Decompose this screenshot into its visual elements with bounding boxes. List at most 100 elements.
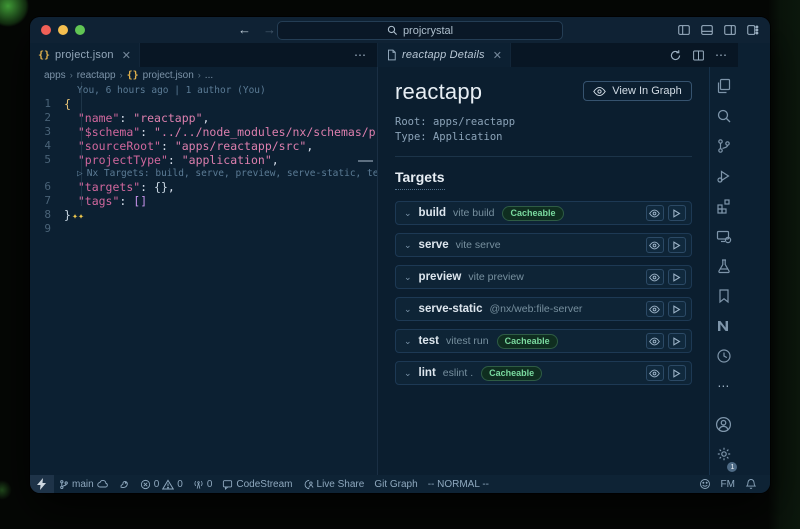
code-token: : bbox=[140, 125, 154, 139]
sidebar-item-search[interactable] bbox=[710, 101, 738, 131]
git-branch-status[interactable]: main bbox=[54, 475, 114, 493]
cacheable-badge: Cacheable bbox=[481, 366, 542, 381]
ports-status[interactable]: 0 bbox=[188, 475, 218, 493]
tab-reactapp-details[interactable]: reactapp Details ✕ bbox=[378, 43, 511, 67]
toggle-primary-sidebar-icon[interactable] bbox=[677, 23, 691, 37]
nx-targets-codelens[interactable]: ▷Nx Targets: build, serve, preview, serv… bbox=[30, 167, 377, 180]
run-target-button[interactable] bbox=[668, 269, 686, 285]
chevron-down-icon[interactable]: ⌄ bbox=[404, 240, 412, 251]
view-in-graph-button[interactable]: View In Graph bbox=[583, 81, 692, 101]
chevron-down-icon[interactable]: ⌄ bbox=[404, 368, 412, 379]
remote-indicator[interactable] bbox=[30, 475, 54, 493]
sidebar-item-extensions[interactable] bbox=[710, 191, 738, 221]
breadcrumb-separator-icon: › bbox=[70, 70, 73, 80]
feedback-smiley-status[interactable] bbox=[694, 478, 716, 490]
comment-icon bbox=[222, 479, 233, 490]
close-window-button[interactable] bbox=[41, 25, 51, 35]
target-row-build[interactable]: ⌄buildvite buildCacheable bbox=[395, 201, 692, 225]
breadcrumb-separator-icon: › bbox=[120, 70, 123, 80]
minimize-window-button[interactable] bbox=[58, 25, 68, 35]
show-config-button[interactable] bbox=[646, 205, 664, 221]
sidebar-item-nx-console[interactable] bbox=[710, 311, 738, 341]
editor-pane[interactable]: apps›reactapp›{}project.json›... You, 6 … bbox=[30, 67, 378, 475]
live-share-status[interactable]: Live Share bbox=[298, 475, 370, 493]
code-text: { bbox=[64, 97, 71, 111]
breadcrumb-item[interactable]: apps bbox=[44, 70, 66, 81]
target-command: vite serve bbox=[456, 239, 501, 251]
json-file-icon: {} bbox=[127, 70, 139, 81]
refresh-icon[interactable] bbox=[669, 49, 682, 62]
target-row-test[interactable]: ⌄testvitest runCacheable bbox=[395, 329, 692, 353]
run-target-button[interactable] bbox=[668, 205, 686, 221]
code-token: "name" bbox=[78, 111, 120, 125]
fm-status[interactable]: FM bbox=[716, 479, 740, 490]
show-config-button[interactable] bbox=[646, 333, 664, 349]
additional-views-icon[interactable]: ⋯ bbox=[710, 371, 738, 401]
code-token: [] bbox=[133, 194, 147, 208]
line-number: 5 bbox=[30, 153, 64, 167]
target-row-serve[interactable]: ⌄servevite serve bbox=[395, 233, 692, 257]
problems-status[interactable]: 0 0 bbox=[135, 475, 188, 493]
breadcrumb[interactable]: apps›reactapp›{}project.json›... bbox=[30, 67, 377, 83]
target-command: vite build bbox=[453, 207, 494, 219]
radio-tower-icon bbox=[193, 479, 204, 490]
close-tab-icon[interactable]: ✕ bbox=[493, 49, 502, 62]
tab-label: project.json bbox=[55, 49, 114, 61]
run-target-button[interactable] bbox=[668, 301, 686, 317]
bookmark-icon bbox=[716, 288, 732, 304]
sidebar-item-testing[interactable] bbox=[710, 251, 738, 281]
notifications-status[interactable] bbox=[740, 478, 762, 490]
cacheable-badge: Cacheable bbox=[502, 206, 563, 221]
target-row-preview[interactable]: ⌄previewvite preview bbox=[395, 265, 692, 289]
show-config-button[interactable] bbox=[646, 269, 664, 285]
target-row-serve-static[interactable]: ⌄serve-static@nx/web:file-server bbox=[395, 297, 692, 321]
sidebar-item-history[interactable] bbox=[710, 341, 738, 371]
git-graph-status[interactable]: Git Graph bbox=[369, 475, 422, 493]
split-editor-icon[interactable] bbox=[692, 49, 705, 62]
settings-gear-icon[interactable]: 1 bbox=[715, 439, 732, 469]
blame-codelens[interactable]: You, 6 hours ago | 1 author (You) bbox=[30, 84, 377, 97]
vim-mode-status[interactable]: -- NORMAL -- bbox=[423, 475, 494, 493]
code-text: }✦✦ bbox=[64, 208, 84, 222]
sidebar-item-explorer[interactable] bbox=[710, 71, 738, 101]
code-line: 5 "projectType": "application", bbox=[30, 153, 377, 167]
more-actions-icon[interactable]: ⋯ bbox=[715, 48, 728, 62]
pet-status[interactable] bbox=[114, 475, 135, 493]
run-target-button[interactable] bbox=[668, 333, 686, 349]
chevron-down-icon[interactable]: ⌄ bbox=[404, 208, 412, 219]
code-token bbox=[64, 125, 78, 139]
tab-project-json[interactable]: {} project.json ✕ bbox=[30, 43, 140, 67]
target-name: lint bbox=[419, 367, 436, 379]
navigate-forward-icon[interactable]: → bbox=[263, 22, 276, 37]
sidebar-item-remote-explorer[interactable] bbox=[710, 221, 738, 251]
show-config-button[interactable] bbox=[646, 365, 664, 381]
close-tab-icon[interactable]: ✕ bbox=[122, 49, 131, 62]
command-center-search[interactable]: projcrystal bbox=[277, 21, 563, 40]
navigate-back-icon[interactable]: ← bbox=[238, 22, 251, 37]
target-row-lint[interactable]: ⌄linteslint .Cacheable bbox=[395, 361, 692, 385]
activity-bar: ⋯ 1 bbox=[709, 67, 738, 475]
sidebar-item-source-control[interactable] bbox=[710, 131, 738, 161]
toggle-secondary-sidebar-icon[interactable] bbox=[723, 23, 737, 37]
show-config-button[interactable] bbox=[646, 237, 664, 253]
breadcrumb-item[interactable]: project.json bbox=[143, 70, 194, 81]
sidebar-item-bookmarks[interactable] bbox=[710, 281, 738, 311]
run-target-button[interactable] bbox=[668, 237, 686, 253]
editor-group-more-actions-icon[interactable]: ⋯ bbox=[354, 48, 367, 62]
maximize-window-button[interactable] bbox=[75, 25, 85, 35]
code-area[interactable]: You, 6 hours ago | 1 author (You)1{2 "na… bbox=[30, 83, 377, 236]
show-config-button[interactable] bbox=[646, 301, 664, 317]
customize-layout-icon[interactable] bbox=[746, 23, 760, 37]
codestream-status[interactable]: CodeStream bbox=[217, 475, 297, 493]
code-token: : bbox=[161, 139, 175, 153]
run-target-button[interactable] bbox=[668, 365, 686, 381]
breadcrumb-item[interactable]: ... bbox=[205, 70, 213, 81]
account-icon[interactable] bbox=[715, 409, 732, 439]
chevron-down-icon[interactable]: ⌄ bbox=[404, 272, 412, 283]
sidebar-item-run-debug[interactable] bbox=[710, 161, 738, 191]
chevron-down-icon[interactable]: ⌄ bbox=[404, 336, 412, 347]
breadcrumb-item[interactable]: reactapp bbox=[77, 70, 116, 81]
remote-explorer-icon bbox=[716, 228, 732, 244]
chevron-down-icon[interactable]: ⌄ bbox=[404, 304, 412, 315]
toggle-panel-icon[interactable] bbox=[700, 23, 714, 37]
